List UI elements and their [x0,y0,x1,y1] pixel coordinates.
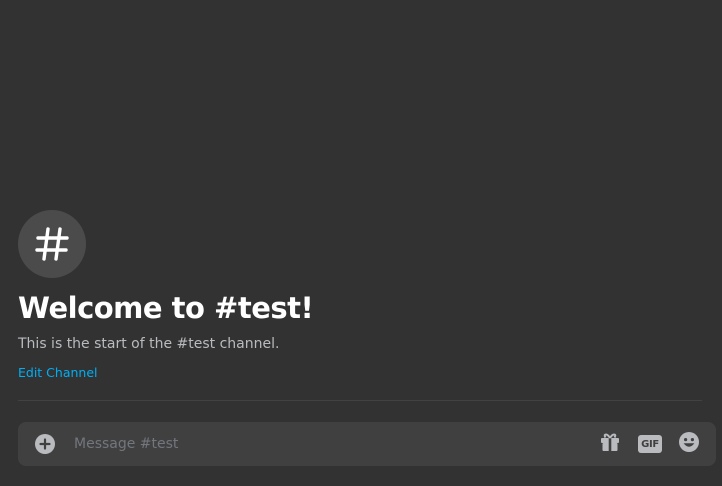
edit-channel-link[interactable]: Edit Channel [18,365,98,381]
welcome-subtitle: This is the start of the #test channel. [18,336,280,352]
add-circle-icon[interactable] [35,434,55,454]
divider [18,400,702,401]
gift-icon [599,431,621,457]
chat-view: Welcome to #test! This is the start of t… [0,0,722,486]
gif-label: GIF [638,435,662,453]
welcome-title: Welcome to #test! [18,291,314,325]
gif-button[interactable]: GIF [637,433,663,455]
emoji-button[interactable] [677,431,701,457]
message-composer: GIF [18,422,716,466]
emoji-icon [678,431,700,457]
hashtag-icon [18,210,86,278]
channel-welcome: Welcome to #test! This is the start of t… [18,210,702,381]
message-input[interactable] [74,422,574,466]
gift-button[interactable] [598,433,622,455]
